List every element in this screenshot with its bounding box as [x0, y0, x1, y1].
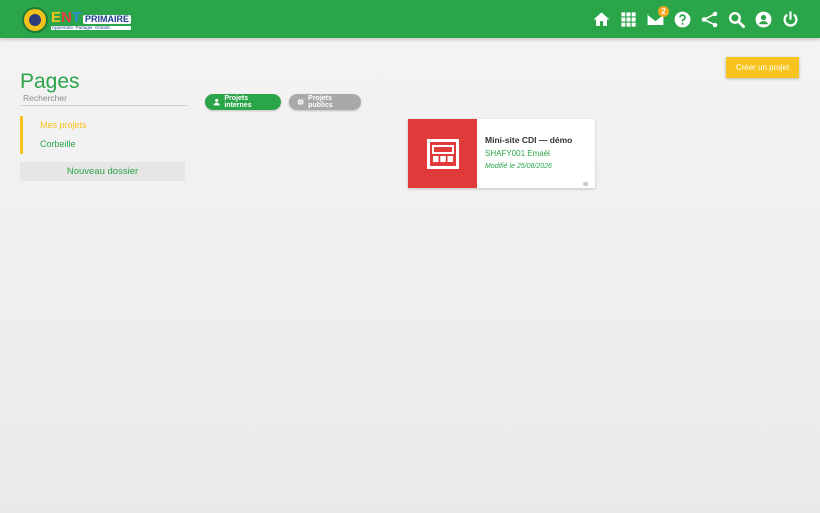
filter-internal-projects[interactable]: Projets internes — [205, 94, 281, 110]
new-folder-button[interactable]: Nouveau dossier — [20, 162, 185, 181]
mail-unread-badge: 2 — [658, 6, 669, 17]
project-title: Mini-site CDI — démo — [485, 135, 573, 145]
filter-public-projects[interactable]: Projets publics — [289, 94, 361, 110]
share-icon[interactable] — [696, 8, 723, 30]
sidebar-item-my-projects[interactable]: Mes projets — [20, 116, 185, 135]
logo-letter-e: E — [51, 8, 62, 26]
create-project-button[interactable]: Créer un projet — [726, 57, 799, 78]
project-owner: SHAFY001 Emaël — [485, 149, 550, 158]
search-icon[interactable] — [723, 8, 750, 30]
logo-wordmark: E N T PRIMAIRE Apprendre. Partager. Gran… — [51, 8, 132, 31]
gear-icon[interactable] — [581, 175, 589, 187]
user-icon — [213, 98, 220, 106]
logo-suffix: PRIMAIRE — [83, 13, 132, 24]
project-thumbnail — [408, 119, 477, 188]
project-card[interactable]: Mini-site CDI — démo SHAFY001 Emaël Modi… — [408, 119, 595, 188]
website-layout-icon — [426, 138, 459, 169]
ent-logo[interactable]: E N T PRIMAIRE Apprendre. Partager. Gran… — [22, 7, 132, 33]
power-icon[interactable] — [777, 8, 804, 30]
top-bar: E N T PRIMAIRE Apprendre. Partager. Gran… — [0, 0, 820, 38]
account-icon[interactable] — [750, 8, 777, 30]
sidebar-menu: Mes projets Corbeille — [20, 116, 185, 154]
apps-grid-icon[interactable] — [615, 8, 642, 30]
globe-icon — [297, 98, 304, 106]
filter-internal-label: Projets internes — [224, 95, 252, 109]
sidebar-item-trash[interactable]: Corbeille — [20, 135, 185, 154]
header-nav: 2 — [588, 6, 804, 30]
search-input[interactable] — [21, 91, 187, 106]
logo-letter-t: T — [71, 8, 82, 26]
home-icon[interactable] — [588, 8, 615, 30]
logo-tagline: Apprendre. Partager. Grandir. — [51, 25, 132, 31]
logo-mascot-icon — [22, 7, 48, 33]
project-modified-date: Modifié le 25/06/2026 — [485, 163, 552, 170]
help-icon[interactable] — [669, 8, 696, 30]
logo-letter-n: N — [61, 8, 72, 26]
filter-public-label: Projets publics — [308, 95, 333, 109]
mail-icon[interactable]: 2 — [642, 6, 669, 30]
